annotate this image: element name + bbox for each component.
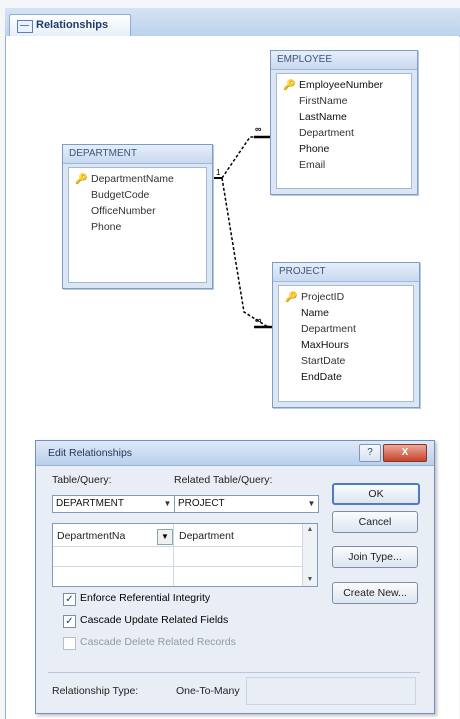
table-title[interactable]: EMPLOYEE [271, 51, 417, 70]
table-title[interactable]: DEPARTMENT [63, 145, 212, 164]
chevron-down-icon: ▼ [163, 499, 172, 508]
related-table-query-label: Related Table/Query: [174, 474, 273, 486]
create-new-button[interactable]: Create New... [332, 582, 418, 604]
field-list: 🔑 DepartmentName BudgetCode OfficeNumber … [68, 167, 207, 283]
chevron-down-icon: ▼ [307, 499, 316, 508]
table-employee[interactable]: EMPLOYEE 🔑 EmployeeNumber FirstName LastN… [270, 50, 418, 195]
key-icon: 🔑 [75, 174, 88, 185]
grid-row-divider [53, 566, 303, 567]
grid-column-divider [173, 524, 174, 586]
table-department[interactable]: DEPARTMENT 🔑 DepartmentName BudgetCode Of… [62, 144, 213, 289]
relationship-type-label: Relationship Type: [52, 685, 139, 697]
edit-relationships-dialog: Edit Relationships ? X Table/Query: Rela… [35, 440, 435, 714]
rel-line-dept-proj [221, 177, 269, 328]
table-project[interactable]: PROJECT 🔑 ProjectID Name Department MaxHo… [272, 262, 420, 408]
dialog-titlebar[interactable]: Edit Relationships ? X [36, 441, 434, 466]
rel-line-dept-emp [221, 136, 268, 179]
grid-row-divider [53, 546, 303, 547]
table-query-select[interactable]: DEPARTMENT ▼ [52, 495, 175, 513]
checkmark-icon: ✓ [63, 615, 76, 628]
grid-scrollbar[interactable]: ▲ ▼ [302, 524, 317, 586]
relationships-tab-icon [17, 20, 33, 33]
field-list: 🔑 ProjectID Name Department MaxHours Star… [278, 285, 414, 402]
tab-label: Relationships [36, 19, 109, 31]
many-symbol-project: ∞ [255, 315, 262, 325]
scroll-down-icon[interactable]: ▼ [303, 574, 317, 586]
related-table-query-select[interactable]: PROJECT ▼ [174, 495, 319, 513]
relationship-type-value: One-To-Many [176, 685, 240, 697]
key-icon: 🔑 [285, 292, 298, 303]
checkbox-empty-icon [63, 637, 76, 650]
one-symbol: 1 [216, 168, 221, 177]
table-title[interactable]: PROJECT [273, 263, 419, 282]
scroll-up-icon[interactable]: ▲ [303, 524, 317, 536]
many-symbol-employee: ∞ [255, 124, 262, 134]
cancel-button[interactable]: Cancel [332, 511, 418, 533]
grid-right-field[interactable]: Department [179, 530, 234, 542]
ok-button[interactable]: OK [332, 483, 420, 505]
tab-relationships[interactable]: Relationships [9, 14, 131, 37]
join-type-button[interactable]: Join Type... [332, 546, 418, 568]
access-window: Relationships 1 ∞ ∞ EMPLOYEE 🔑 EmployeeNu… [0, 0, 460, 719]
checkmark-icon: ✓ [63, 593, 76, 606]
relationship-type-box [246, 677, 416, 705]
table-query-label: Table/Query: [52, 474, 112, 486]
grid-left-field[interactable]: DepartmentNa [57, 530, 125, 542]
key-icon: 🔑 [283, 80, 296, 91]
dialog-divider [48, 672, 420, 673]
close-button[interactable]: X [383, 444, 427, 462]
dialog-title: Edit Relationships [48, 447, 133, 459]
field-mapping-grid[interactable]: DepartmentNa ▼ Department ▲ ▼ [52, 523, 318, 587]
field-list: 🔑 EmployeeNumber FirstName LastName Depar… [276, 73, 412, 189]
chevron-down-icon[interactable]: ▼ [157, 529, 173, 545]
help-button[interactable]: ? [359, 444, 381, 462]
